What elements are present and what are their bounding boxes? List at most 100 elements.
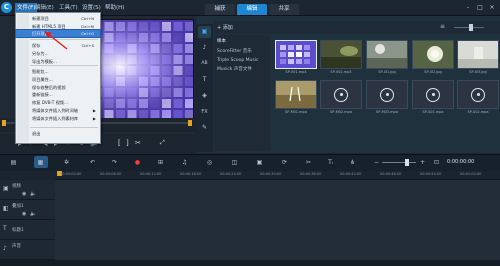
track-mute-icon[interactable]: 🔈 — [30, 211, 36, 217]
file-menu-item[interactable]: 新建 HTML5 项目 Ctrl+M — [16, 23, 100, 30]
thumb-label: SP-S02.mpa — [467, 110, 489, 114]
ruler-tick: 00:00:06:00 — [100, 172, 122, 176]
motion-icon[interactable]: ◎ — [205, 158, 214, 167]
shortcut-label: Ctrl+S — [81, 43, 94, 48]
file-menu-item[interactable]: 将媒体文件插入到素材库 ▶ — [16, 115, 100, 122]
record-icon[interactable]: ● — [133, 158, 142, 167]
redo-icon[interactable]: ↷ — [110, 158, 119, 167]
path-tool-icon[interactable]: ✎ — [198, 122, 211, 134]
file-menu-item[interactable]: 修复 DVB-T 视频... — [16, 99, 100, 106]
file-menu-item-label: 将媒体文件插入到时间轴 — [32, 108, 79, 113]
thumb-label: SP-M02.mpa — [330, 110, 352, 114]
track-visibility-icon[interactable]: ◉ — [22, 191, 26, 197]
track-visibility-icon[interactable]: ◉ — [22, 211, 26, 217]
tab-share[interactable]: 共享 — [269, 4, 299, 15]
media-tool-icon[interactable]: ▣ — [198, 26, 211, 38]
mark-in-icon[interactable]: [ — [118, 139, 121, 147]
fx-icon[interactable]: ⋔ — [348, 158, 357, 167]
folder-item[interactable]: ScoreFitter 音乐 — [217, 48, 252, 56]
mask-icon[interactable]: ▣ — [255, 158, 264, 167]
file-menu-item[interactable]: 项目属性... — [16, 76, 100, 83]
track-name: 叠加1 — [12, 204, 24, 209]
app-logo-icon: C — [1, 2, 12, 13]
microphone-icon: ♪ — [3, 245, 7, 252]
transition-tool-icon[interactable]: AB — [198, 58, 211, 70]
add-folder-button[interactable]: + 添加 — [217, 24, 233, 31]
media-thumb[interactable] — [457, 40, 499, 69]
graphics-tool-icon[interactable]: ◈ — [198, 90, 211, 102]
thumb-label: SP-V02.mp4 — [330, 70, 352, 74]
media-thumb[interactable] — [457, 80, 499, 109]
image-thumb-image — [413, 41, 453, 68]
file-menu-item[interactable]: 新建项目 Ctrl+N — [16, 15, 100, 22]
media-thumb[interactable] — [412, 40, 454, 69]
auto-music-icon[interactable]: ♫ — [180, 158, 189, 167]
title-tool-icon[interactable]: T — [198, 74, 211, 86]
thumb-label: SP-V01.mp4 — [285, 70, 307, 74]
title-track-icon: T — [3, 225, 7, 232]
split-icon[interactable]: ✂ — [135, 139, 141, 147]
zoom-slider-thumb[interactable] — [469, 24, 473, 31]
video-track: ▣ 视频 ◉ 🔈 — [0, 180, 500, 200]
tab-edit[interactable]: 编辑 — [237, 4, 267, 15]
zoom-out-icon[interactable]: − — [372, 158, 381, 167]
rotate-icon[interactable]: ⟳ — [280, 158, 289, 167]
track-area[interactable] — [55, 220, 500, 240]
submenu-arrow-icon: ▶ — [92, 108, 96, 113]
cut-icon[interactable]: ✂ — [304, 158, 313, 167]
tab-capture[interactable]: 捕获 — [205, 4, 235, 15]
timeline-zoom-thumb[interactable] — [405, 159, 409, 166]
audio-disc-icon — [334, 87, 348, 102]
file-menu-item[interactable]: 导出为模板... — [16, 58, 100, 65]
image-thumb-image — [367, 41, 407, 68]
track-area[interactable] — [55, 240, 500, 260]
track-view-icon[interactable]: ▦ — [36, 158, 45, 167]
media-thumb[interactable] — [412, 80, 454, 109]
file-menu-item-label: 保存修整后的视频 — [32, 84, 66, 90]
ruler-tick: 00:00:42:00 — [340, 172, 362, 176]
thumb-label: SP-I02.jpg — [424, 70, 442, 74]
media-thumb[interactable] — [366, 80, 408, 109]
menu-separator — [30, 65, 98, 66]
media-thumb[interactable] — [320, 40, 362, 69]
zoom-in-icon[interactable]: + — [418, 158, 427, 167]
maximize-button[interactable]: □ — [475, 3, 485, 12]
track-area[interactable] — [55, 180, 500, 200]
minimize-button[interactable]: - — [463, 3, 473, 12]
track-mute-icon[interactable]: 🔈 — [30, 191, 36, 197]
mixer-icon[interactable]: ⊞ — [156, 158, 165, 167]
media-thumb[interactable] — [275, 40, 317, 69]
track-area[interactable] — [55, 200, 500, 220]
media-thumb[interactable] — [275, 80, 317, 109]
mark-out-icon[interactable]: ] — [126, 139, 129, 147]
media-thumb[interactable] — [320, 80, 362, 109]
timeline-view-icon[interactable]: ▤ — [9, 158, 18, 167]
ruler-tick: 00:01:00:00 — [460, 172, 482, 176]
sort-icon[interactable]: ≡ — [440, 23, 445, 30]
undo-icon[interactable]: ↶ — [88, 158, 97, 167]
folder-item[interactable]: Musick 声音文件 — [217, 66, 252, 74]
fullscreen-icon[interactable]: ⤢ — [160, 139, 165, 147]
video-thumb-image — [276, 41, 316, 68]
file-menu-item[interactable]: 将媒体文件插入到时间轴 ▶ — [16, 107, 100, 114]
folder-item[interactable]: Triple Scoop Music — [217, 57, 258, 65]
file-menu-item[interactable]: 智能包... — [16, 68, 100, 75]
close-button[interactable]: × — [487, 3, 497, 12]
fit-icon[interactable]: ⊡ — [432, 158, 441, 167]
filter-tool-icon[interactable]: FX — [198, 106, 211, 118]
timeline-zoom-slider[interactable] — [382, 162, 416, 163]
menu-help[interactable]: 帮助(H) — [103, 3, 126, 13]
library-toolbar: + 添加 ≡ — [214, 21, 500, 34]
media-thumb[interactable] — [366, 40, 408, 69]
file-menu-item[interactable]: 重新链接... — [16, 91, 100, 98]
title-icon[interactable]: Tᵢ — [326, 158, 335, 167]
timeline-timecode[interactable]: 0:00:00:00 — [447, 159, 474, 165]
tools-icon[interactable]: ✲ — [62, 158, 71, 167]
split-screen-icon[interactable]: ◫ — [230, 158, 239, 167]
file-menu-item[interactable]: 退出 — [16, 130, 100, 137]
image-thumb-image — [458, 41, 498, 68]
overlay-icon: ◧ — [3, 205, 9, 212]
audio-tool-icon[interactable]: ♪ — [198, 42, 211, 54]
file-menu-item[interactable]: 保存修整后的视频 — [16, 84, 100, 91]
folder-item[interactable]: 样本 — [217, 38, 226, 46]
